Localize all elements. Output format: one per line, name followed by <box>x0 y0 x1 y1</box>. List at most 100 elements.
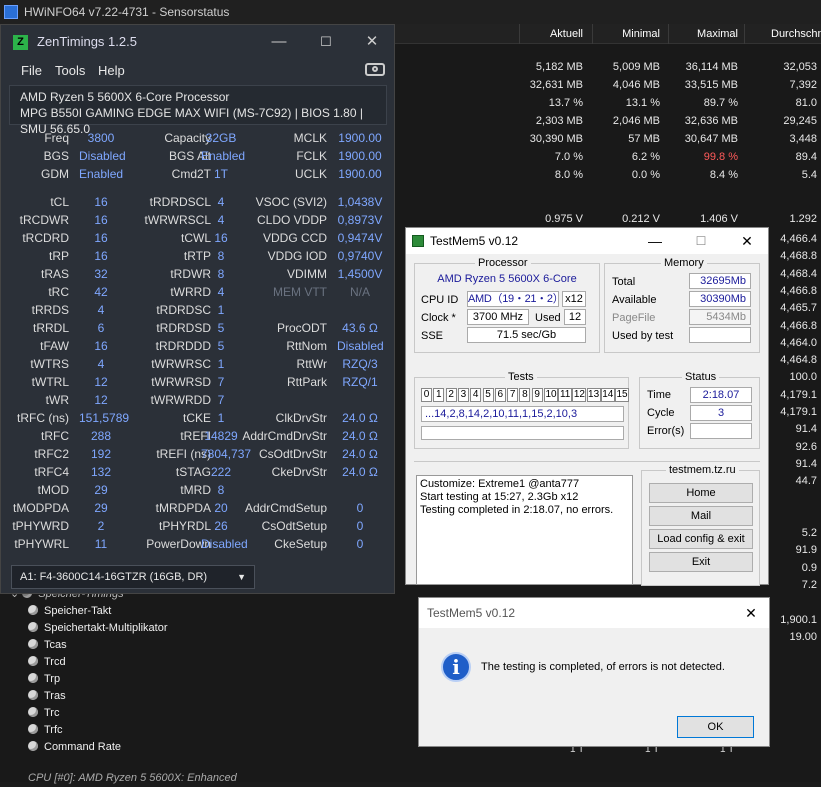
timing-label: MEM VTT <box>273 285 327 299</box>
mail-button[interactable]: Mail <box>649 506 753 526</box>
close-icon[interactable]: ✕ <box>733 598 769 628</box>
close-icon[interactable]: ✕ <box>724 228 770 254</box>
tree-item[interactable]: Trc <box>28 705 59 722</box>
sensor-value: 4,466.8 <box>780 284 817 297</box>
tree-item[interactable]: Tras <box>28 688 66 705</box>
sensor-value: 4,179.1 <box>780 406 817 418</box>
load-config-exit-button[interactable]: Load config & exit <box>649 529 753 549</box>
timing-value: 0,8973V <box>337 213 383 227</box>
col-minimal[interactable]: Minimal <box>592 24 664 44</box>
col-maximal[interactable]: Maximal <box>668 24 742 44</box>
timing-value: 1900.00 <box>338 167 382 181</box>
timing-value: 12 <box>94 375 108 389</box>
col-aktuell[interactable]: Aktuell <box>519 24 587 44</box>
timing-value: 0 <box>356 519 364 533</box>
pagefile-value: 5434Mb <box>689 309 751 325</box>
timing-value: 24.0 Ω <box>342 465 378 479</box>
maximize-icon[interactable]: ☐ <box>303 25 349 59</box>
sensor-value: 4,046 MB <box>612 79 660 91</box>
timing-value: 7 <box>217 393 225 407</box>
close-icon[interactable]: ✕ <box>349 25 395 59</box>
tree-item-label: Trp <box>44 673 61 685</box>
timing-value: Disabled <box>79 149 126 163</box>
tree-item[interactable]: Speicher-Takt <box>28 603 111 620</box>
elapsed-time-value: 2:18.07 <box>690 387 752 403</box>
sensor-value: 1.406 V <box>700 213 738 225</box>
timing-label: AddrCmdDrvStr <box>242 429 327 443</box>
timing-label: GDM <box>41 167 69 181</box>
sensor-value: 91.4 <box>795 457 817 470</box>
maximize-icon: ☐ <box>695 234 707 248</box>
timing-label: tPHYRDL <box>158 519 211 533</box>
sensor-value: 8.4 % <box>709 169 738 181</box>
sensor-value: 4,464.8 <box>780 354 817 367</box>
col-durchschnitt[interactable]: Durchschn <box>744 24 821 44</box>
bulb-icon <box>28 656 38 666</box>
timing-label: tRTP <box>183 249 211 263</box>
sensor-value: 100.0 <box>789 371 817 384</box>
sensor-value: 0.9 <box>801 561 817 574</box>
timing-label: tWTRL <box>31 375 69 389</box>
sse-value: 71.5 sec/Gb <box>467 327 586 343</box>
tree-item[interactable]: Speichertakt-Multiplikator <box>28 620 168 637</box>
timing-value: 16 <box>94 231 108 245</box>
timing-label: RttPark <box>286 375 327 389</box>
used-by-test-value <box>689 327 751 343</box>
status-group: Status Time 2:18.07 Cycle 3 Error(s) <box>639 371 760 449</box>
sensor-value: 8.0 % <box>554 169 583 181</box>
test-number-box: 5 <box>482 388 494 402</box>
minimize-icon[interactable]: — <box>256 25 302 59</box>
exit-button[interactable]: Exit <box>649 552 753 572</box>
tree-item[interactable]: Trfc <box>28 722 63 739</box>
tree-item[interactable]: Trcd <box>28 654 66 671</box>
sensor-value: 7.0 % <box>554 151 583 163</box>
site-label: testmem.tz.ru <box>666 464 739 476</box>
home-button[interactable]: Home <box>649 483 753 503</box>
tree-item[interactable]: Tcas <box>28 637 67 654</box>
sensor-value: 36,114 MB <box>685 61 738 73</box>
timing-value: 16 <box>94 339 108 353</box>
menu-help[interactable]: Help <box>98 63 125 78</box>
links-group: testmem.tz.ru Home Mail Load config & ex… <box>641 464 760 586</box>
timing-label: tMOD <box>37 483 69 497</box>
timing-label: tWRWRSC <box>151 357 211 371</box>
ok-button[interactable]: OK <box>677 716 754 738</box>
timing-value: 24.0 Ω <box>342 447 378 461</box>
sensor-value: 99.8 % <box>703 151 738 163</box>
tree-item[interactable]: Command Rate <box>28 739 121 756</box>
zentimings-menubar: File Tools Help <box>1 59 394 81</box>
testmem-app-icon <box>412 235 424 247</box>
tree-item[interactable]: Trp <box>28 671 60 688</box>
timing-value: 12 <box>94 393 108 407</box>
sensor-value: 5,009 MB <box>612 61 660 73</box>
timing-label: tRRDS <box>31 303 69 317</box>
sensor-value: 89.7 % <box>703 97 738 109</box>
tests-group: Tests 0 1 2 3 4 5 6 7 8 9 10 11 12 13 14 15 ...14,2,8,1… <box>414 371 629 449</box>
timing-label: tRDWR <box>170 267 211 281</box>
test-log[interactable]: Customize: Extreme1 @anta777 Start testi… <box>416 475 633 585</box>
tree-item-label: Trc <box>44 707 60 719</box>
dimm-select[interactable]: A1: F4-3600C14-16GTZR (16GB, DR) ▼ <box>11 565 255 589</box>
hwinfo-logo-icon <box>4 5 18 19</box>
tree-cpu-enhanced[interactable]: CPU [#0]: AMD Ryzen 5 5600X: Enhanced <box>28 770 237 787</box>
zentimings-logo-icon: Z <box>13 35 28 50</box>
timing-label: tRRDL <box>32 321 69 335</box>
sensor-value: 1.292 <box>789 213 817 225</box>
test-number-boxes: 0 1 2 3 4 5 6 7 8 9 10 11 12 13 14 15 <box>421 388 629 402</box>
timing-value: 16 <box>94 213 108 227</box>
chevron-down-icon: ▼ <box>237 572 246 582</box>
timing-value: RZQ/3 <box>342 357 378 371</box>
test-number-box: 9 <box>531 388 543 402</box>
minimize-icon[interactable]: — <box>632 228 678 254</box>
timing-value: 4 <box>97 357 105 371</box>
menu-file[interactable]: File <box>21 63 42 78</box>
timing-label: BGS Alt <box>168 149 211 163</box>
menu-tools[interactable]: Tools <box>55 63 85 78</box>
camera-icon[interactable] <box>365 63 385 76</box>
timing-label: tRFC <box>41 429 69 443</box>
memory-group: Memory Total 32695Mb Available 30390Mb P… <box>604 257 760 353</box>
test-number-box: 12 <box>572 388 587 402</box>
timing-label: ProcODT <box>276 321 327 335</box>
tree-item-label: Trcd <box>44 656 66 668</box>
cycle-value: 3 <box>690 405 752 421</box>
